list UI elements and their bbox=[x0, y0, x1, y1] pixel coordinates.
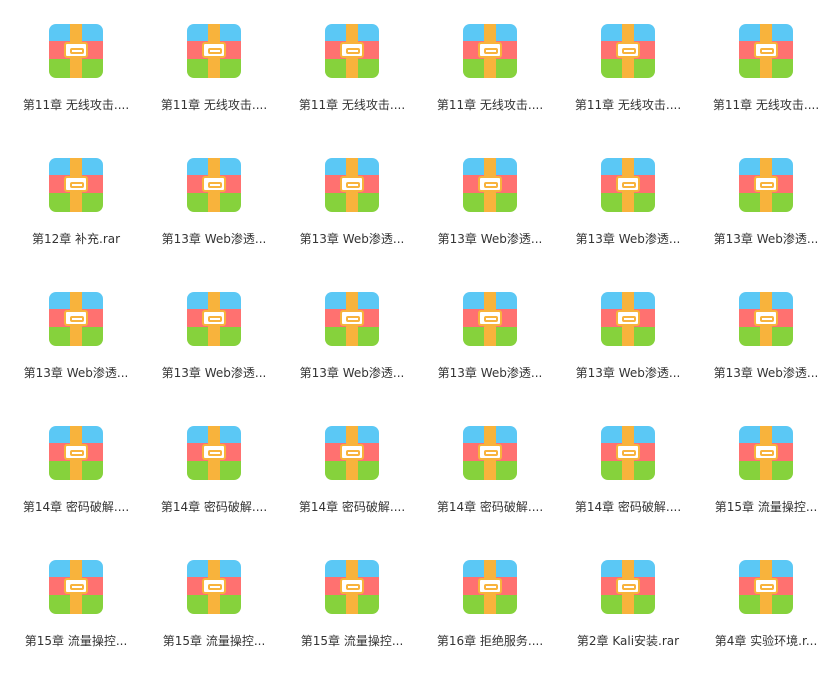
file-item[interactable]: 第14章 密码破解.... bbox=[283, 424, 421, 558]
archive-icon bbox=[49, 560, 103, 614]
file-name-label: 第15章 流量操控... bbox=[162, 634, 266, 648]
file-item[interactable]: 第13章 Web渗透... bbox=[7, 290, 145, 424]
file-name-label: 第11章 无线攻击.... bbox=[160, 98, 268, 112]
archive-icon bbox=[463, 24, 517, 78]
file-name-label: 第14章 密码破解.... bbox=[22, 500, 130, 514]
archive-icon bbox=[49, 24, 103, 78]
file-name-label: 第11章 无线攻击.... bbox=[22, 98, 130, 112]
file-item[interactable]: 第15章 流量操控... bbox=[7, 558, 145, 692]
archive-icon bbox=[463, 560, 517, 614]
file-name-label: 第13章 Web渗透... bbox=[299, 232, 405, 246]
file-grid: 第11章 无线攻击.... 第11章 无线攻击.... 第11章 无线攻击...… bbox=[7, 22, 823, 692]
file-name-label: 第14章 密码破解.... bbox=[574, 500, 682, 514]
archive-icon bbox=[325, 292, 379, 346]
file-name-label: 第13章 Web渗透... bbox=[437, 366, 543, 380]
file-item[interactable]: 第14章 密码破解.... bbox=[421, 424, 559, 558]
file-name-label: 第14章 密码破解.... bbox=[160, 500, 268, 514]
file-item[interactable]: 第14章 密码破解.... bbox=[7, 424, 145, 558]
file-name-label: 第15章 流量操控... bbox=[714, 500, 818, 514]
file-name-label: 第15章 流量操控... bbox=[24, 634, 128, 648]
archive-icon bbox=[739, 292, 793, 346]
archive-icon bbox=[187, 24, 241, 78]
archive-icon bbox=[739, 158, 793, 212]
file-item[interactable]: 第15章 流量操控... bbox=[145, 558, 283, 692]
file-item[interactable]: 第13章 Web渗透... bbox=[559, 290, 697, 424]
file-name-label: 第2章 Kali安装.rar bbox=[576, 634, 680, 648]
archive-icon bbox=[739, 560, 793, 614]
file-item[interactable]: 第15章 流量操控... bbox=[283, 558, 421, 692]
file-item[interactable]: 第4章 实验环境.r... bbox=[697, 558, 823, 692]
archive-icon bbox=[463, 158, 517, 212]
file-item[interactable]: 第13章 Web渗透... bbox=[421, 156, 559, 290]
file-item[interactable]: 第13章 Web渗透... bbox=[283, 156, 421, 290]
file-name-label: 第4章 实验环境.r... bbox=[714, 634, 818, 648]
archive-icon bbox=[187, 426, 241, 480]
file-name-label: 第11章 无线攻击.... bbox=[298, 98, 406, 112]
file-name-label: 第11章 无线攻击.... bbox=[436, 98, 544, 112]
archive-icon bbox=[325, 24, 379, 78]
archive-icon bbox=[49, 158, 103, 212]
file-item[interactable]: 第13章 Web渗透... bbox=[283, 290, 421, 424]
file-item[interactable]: 第13章 Web渗透... bbox=[145, 156, 283, 290]
file-item[interactable]: 第12章 补充.rar bbox=[7, 156, 145, 290]
file-name-label: 第11章 无线攻击.... bbox=[574, 98, 682, 112]
file-item[interactable]: 第11章 无线攻击.... bbox=[421, 22, 559, 156]
file-name-label: 第15章 流量操控... bbox=[300, 634, 404, 648]
archive-icon bbox=[49, 292, 103, 346]
archive-icon bbox=[187, 158, 241, 212]
file-name-label: 第13章 Web渗透... bbox=[161, 232, 267, 246]
file-item[interactable]: 第13章 Web渗透... bbox=[421, 290, 559, 424]
archive-icon bbox=[187, 560, 241, 614]
file-item[interactable]: 第13章 Web渗透... bbox=[559, 156, 697, 290]
file-item[interactable]: 第11章 无线攻击.... bbox=[145, 22, 283, 156]
file-name-label: 第13章 Web渗透... bbox=[299, 366, 405, 380]
archive-icon bbox=[463, 292, 517, 346]
archive-icon bbox=[739, 426, 793, 480]
archive-icon bbox=[601, 426, 655, 480]
archive-icon bbox=[463, 426, 517, 480]
file-name-label: 第13章 Web渗透... bbox=[713, 232, 819, 246]
archive-icon bbox=[187, 292, 241, 346]
archive-icon bbox=[601, 24, 655, 78]
file-name-label: 第16章 拒绝服务.... bbox=[436, 634, 544, 648]
archive-icon bbox=[325, 158, 379, 212]
file-item[interactable]: 第11章 无线攻击.... bbox=[7, 22, 145, 156]
file-item[interactable]: 第14章 密码破解.... bbox=[145, 424, 283, 558]
file-name-label: 第13章 Web渗透... bbox=[575, 366, 681, 380]
file-name-label: 第13章 Web渗透... bbox=[161, 366, 267, 380]
archive-icon bbox=[325, 560, 379, 614]
file-name-label: 第13章 Web渗透... bbox=[437, 232, 543, 246]
file-item[interactable]: 第13章 Web渗透... bbox=[145, 290, 283, 424]
file-name-label: 第14章 密码破解.... bbox=[298, 500, 406, 514]
file-name-label: 第13章 Web渗透... bbox=[575, 232, 681, 246]
file-name-label: 第13章 Web渗透... bbox=[713, 366, 819, 380]
file-item[interactable]: 第13章 Web渗透... bbox=[697, 290, 823, 424]
archive-icon bbox=[325, 426, 379, 480]
file-item[interactable]: 第14章 密码破解.... bbox=[559, 424, 697, 558]
file-item[interactable]: 第15章 流量操控... bbox=[697, 424, 823, 558]
file-item[interactable]: 第16章 拒绝服务.... bbox=[421, 558, 559, 692]
file-item[interactable]: 第11章 无线攻击.... bbox=[697, 22, 823, 156]
file-name-label: 第14章 密码破解.... bbox=[436, 500, 544, 514]
archive-icon bbox=[601, 292, 655, 346]
file-item[interactable]: 第11章 无线攻击.... bbox=[283, 22, 421, 156]
archive-icon bbox=[49, 426, 103, 480]
file-name-label: 第11章 无线攻击.... bbox=[712, 98, 820, 112]
file-item[interactable]: 第2章 Kali安装.rar bbox=[559, 558, 697, 692]
file-name-label: 第12章 补充.rar bbox=[31, 232, 121, 246]
archive-icon bbox=[601, 158, 655, 212]
file-name-label: 第13章 Web渗透... bbox=[23, 366, 129, 380]
file-item[interactable]: 第11章 无线攻击.... bbox=[559, 22, 697, 156]
archive-icon bbox=[601, 560, 655, 614]
archive-icon bbox=[739, 24, 793, 78]
file-item[interactable]: 第13章 Web渗透... bbox=[697, 156, 823, 290]
